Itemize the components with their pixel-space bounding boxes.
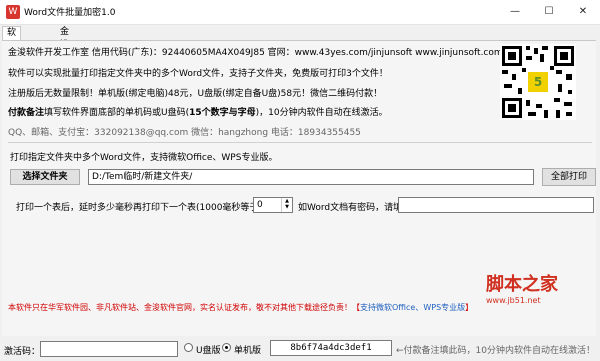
payment-line: 付款备注填写软件界面底部的单机码或U盘码(15个数字与字母)，10分钟内软件自动… [8,105,388,118]
payment-label: 付款备注 [8,108,45,118]
watermark-logo: 脚本之家 [486,274,558,295]
close-button[interactable]: ✕ [566,0,600,24]
title-bar: W Word文件批量加密1.0 — ☐ ✕ [0,0,600,25]
single-pc-label: 单机版 [234,346,262,356]
payment-text: 填写软件界面底部的单机码或U盘码( [44,108,190,118]
folder-path-input[interactable]: D:/Tem临时/新建文件夹/ [88,169,534,185]
activation-code-input[interactable] [40,341,178,357]
intro-line: 软件可以实现批量打印指定文件夹中的多个Word文件，支持子文件夹，免费版可打印3… [8,69,388,79]
company-line: 金浚软件开发工作室 信用代码(广东)：92440605MA4X049J85 官网… [8,48,528,58]
contact-line: QQ、邮箱、支付宝：332092138@qq.com 微信：hangzhong … [8,128,361,138]
password-input[interactable] [398,197,594,213]
stepper-arrows-icon[interactable]: ▲ ▼ [281,198,292,212]
price-line: 注册版后无数量限制！单机版(绑定电脑)48元，U盘版(绑定自备U盘)58元！微信… [8,89,383,99]
watermark-url: www.jb51.net [486,296,541,305]
machine-code-field[interactable]: 8b6f74a4dc3def1 [270,340,392,356]
notice-line: 本软件只在华军软件园、非凡软件站、金浚软件官网，实名认证发布，敬不对其他下载途径… [8,302,473,313]
single-pc-radio[interactable] [222,343,231,352]
print-section-heading: 打印指定文件夹中多个Word文件，支持微软Office、WPS专业版。 [10,153,278,163]
minimize-button[interactable]: — [498,0,532,24]
qr-logo: 5 [528,72,548,92]
notice-end: 】 [465,303,474,312]
payment-end: )，10分钟内软件自动在线激活。 [255,108,388,118]
activation-code-label: 激活码： [4,347,41,357]
maximize-button[interactable]: ☐ [532,0,566,24]
usb-version-label: U盘版 [196,346,221,356]
print-all-button[interactable]: 全部打印 [542,168,596,186]
notice-highlight: 支持微软Office、WPS专业版 [360,303,466,312]
qr-code: 5 [500,44,576,120]
app-icon: W [6,5,20,19]
delay-value: 0 [257,200,263,210]
divider [8,142,592,143]
tab-settings[interactable]: 软件设置 [2,26,22,77]
tab-jinjun-software[interactable]: 金浚软件 [56,26,73,76]
delay-stepper[interactable]: 0 ▲ ▼ [253,197,293,213]
window-title: Word文件批量加密1.0 [24,8,116,18]
usb-version-radio[interactable] [184,343,193,352]
select-folder-button[interactable]: 选择文件夹 [10,169,80,185]
notice-text: 本软件只在华军软件园、非凡软件站、金浚软件官网，实名认证发布，敬不对其他下载途径… [8,303,360,312]
payment-code-hint: 15个数字与字母 [189,108,256,118]
delay-label: 打印一个表后，延时多少毫秒再打印下一个表(1000毫秒等于1秒)： [16,203,286,213]
machine-code-hint: ←付款备注填此码，10分钟内软件自动在线激活！ [396,346,595,356]
